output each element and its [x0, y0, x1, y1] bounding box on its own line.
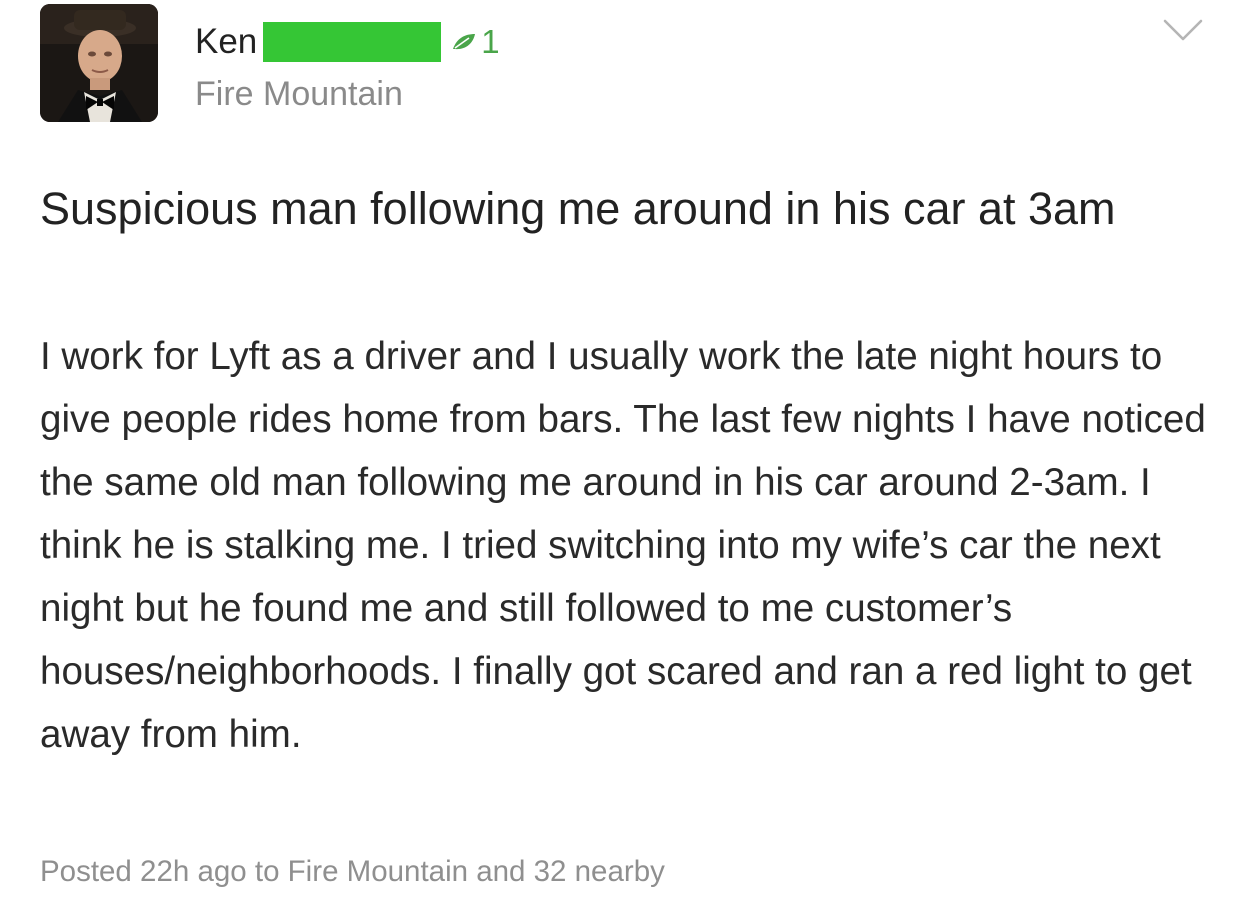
leaf-icon: [451, 32, 477, 52]
post-body: I work for Lyft as a driver and I usuall…: [40, 335, 1206, 756]
chevron-down-icon[interactable]: [1162, 16, 1204, 44]
avatar[interactable]: [40, 4, 158, 122]
author-name[interactable]: Ken: [195, 20, 257, 64]
author-neighborhood[interactable]: Fire Mountain: [195, 70, 403, 118]
post-meta[interactable]: Posted 22h ago to Fire Mountain and 32 n…: [40, 850, 665, 894]
agree-count: 1: [481, 23, 500, 60]
avatar-photo: [40, 4, 158, 122]
redaction-bar: [263, 22, 442, 62]
author-line: Ken 1: [195, 20, 500, 64]
post-card: Ken 1 Fire Mountain Suspicious man follo…: [0, 0, 1242, 903]
post-title: Suspicious man following me around in hi…: [40, 183, 1116, 234]
